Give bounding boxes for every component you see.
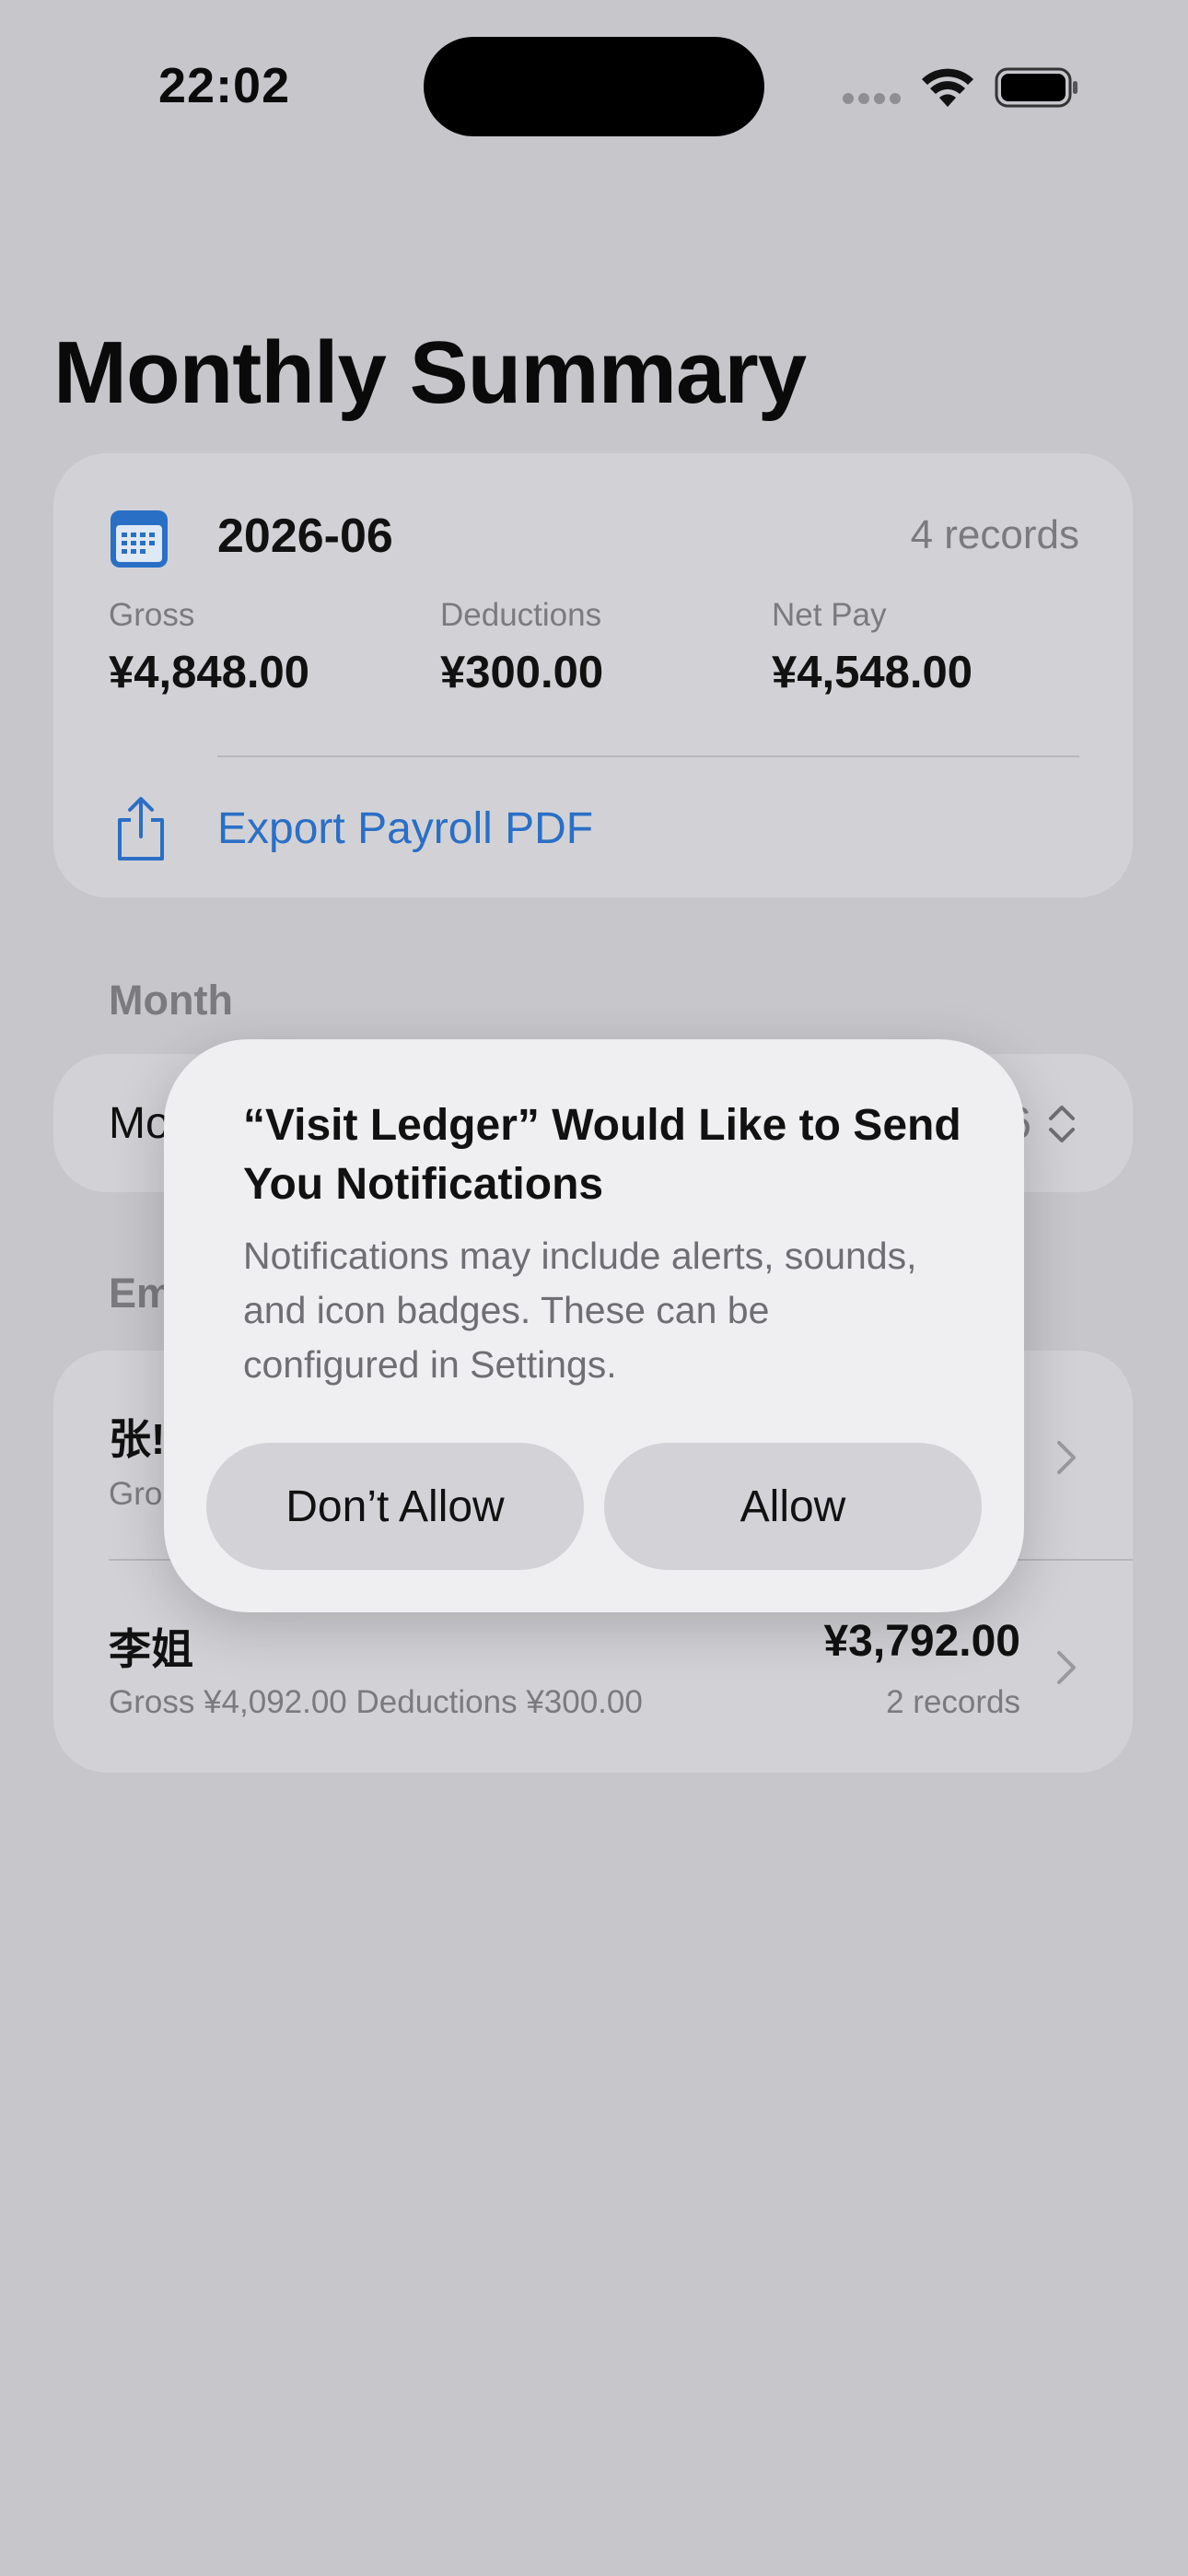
employee-detail: Gro: [109, 1476, 163, 1512]
gross-metric: Gross ¥4,848.00: [109, 597, 309, 698]
employee-name: 李姐: [109, 1625, 193, 1673]
gross-label: Gross: [109, 597, 195, 633]
dialog-title: “Visit Ledger” Would Like to Send You No…: [243, 1101, 961, 1209]
dialog-message: Notifications may include alerts, sounds…: [243, 1235, 917, 1386]
chevron-up-down-icon[interactable]: [1046, 1102, 1077, 1146]
allow-button[interactable]: Allow: [604, 1443, 982, 1570]
cellular-signal-icon: [843, 93, 901, 104]
net-pay-label: Net Pay: [772, 597, 887, 633]
net-pay-value: ¥4,548.00: [772, 648, 973, 697]
net-pay-metric: Net Pay ¥4,548.00: [772, 597, 973, 698]
deductions-metric: Deductions ¥300.00: [440, 597, 603, 698]
battery-icon: [995, 67, 1077, 108]
export-payroll-pdf-button[interactable]: Export Payroll PDF: [217, 803, 593, 854]
dynamic-island: [424, 37, 764, 136]
share-icon[interactable]: [112, 796, 169, 862]
employee-amount: ¥3,792.00: [823, 1617, 1020, 1666]
calendar-icon: [111, 510, 168, 568]
summary-month: 2026-06: [217, 509, 393, 563]
chevron-right-icon: [1057, 1441, 1076, 1474]
dont-allow-button[interactable]: Don’t Allow: [206, 1443, 584, 1570]
deductions-label: Deductions: [440, 597, 602, 633]
chevron-right-icon: [1057, 1651, 1076, 1684]
employee-detail: Gross ¥4,092.00 Deductions ¥300.00: [109, 1684, 643, 1720]
deductions-value: ¥300.00: [440, 648, 604, 697]
employee-name: 张!: [109, 1415, 166, 1463]
month-row-label: Mo: [109, 1099, 170, 1148]
wifi-icon: [922, 68, 973, 107]
employee-records: 2 records: [886, 1684, 1020, 1720]
status-bar: 22:02: [0, 0, 1188, 175]
month-section-header: Month: [109, 977, 233, 1024]
gross-value: ¥4,848.00: [109, 648, 309, 697]
summary-card: 2026-06 4 records Gross ¥4,848.00 Deduct…: [53, 453, 1133, 897]
notification-permission-dialog: “Visit Ledger” Would Like to Send You No…: [164, 1039, 1024, 1612]
divider: [217, 755, 1079, 757]
records-count: 4 records: [910, 512, 1079, 557]
page-title: Monthly Summary: [53, 323, 807, 422]
status-time: 22:02: [158, 58, 291, 113]
